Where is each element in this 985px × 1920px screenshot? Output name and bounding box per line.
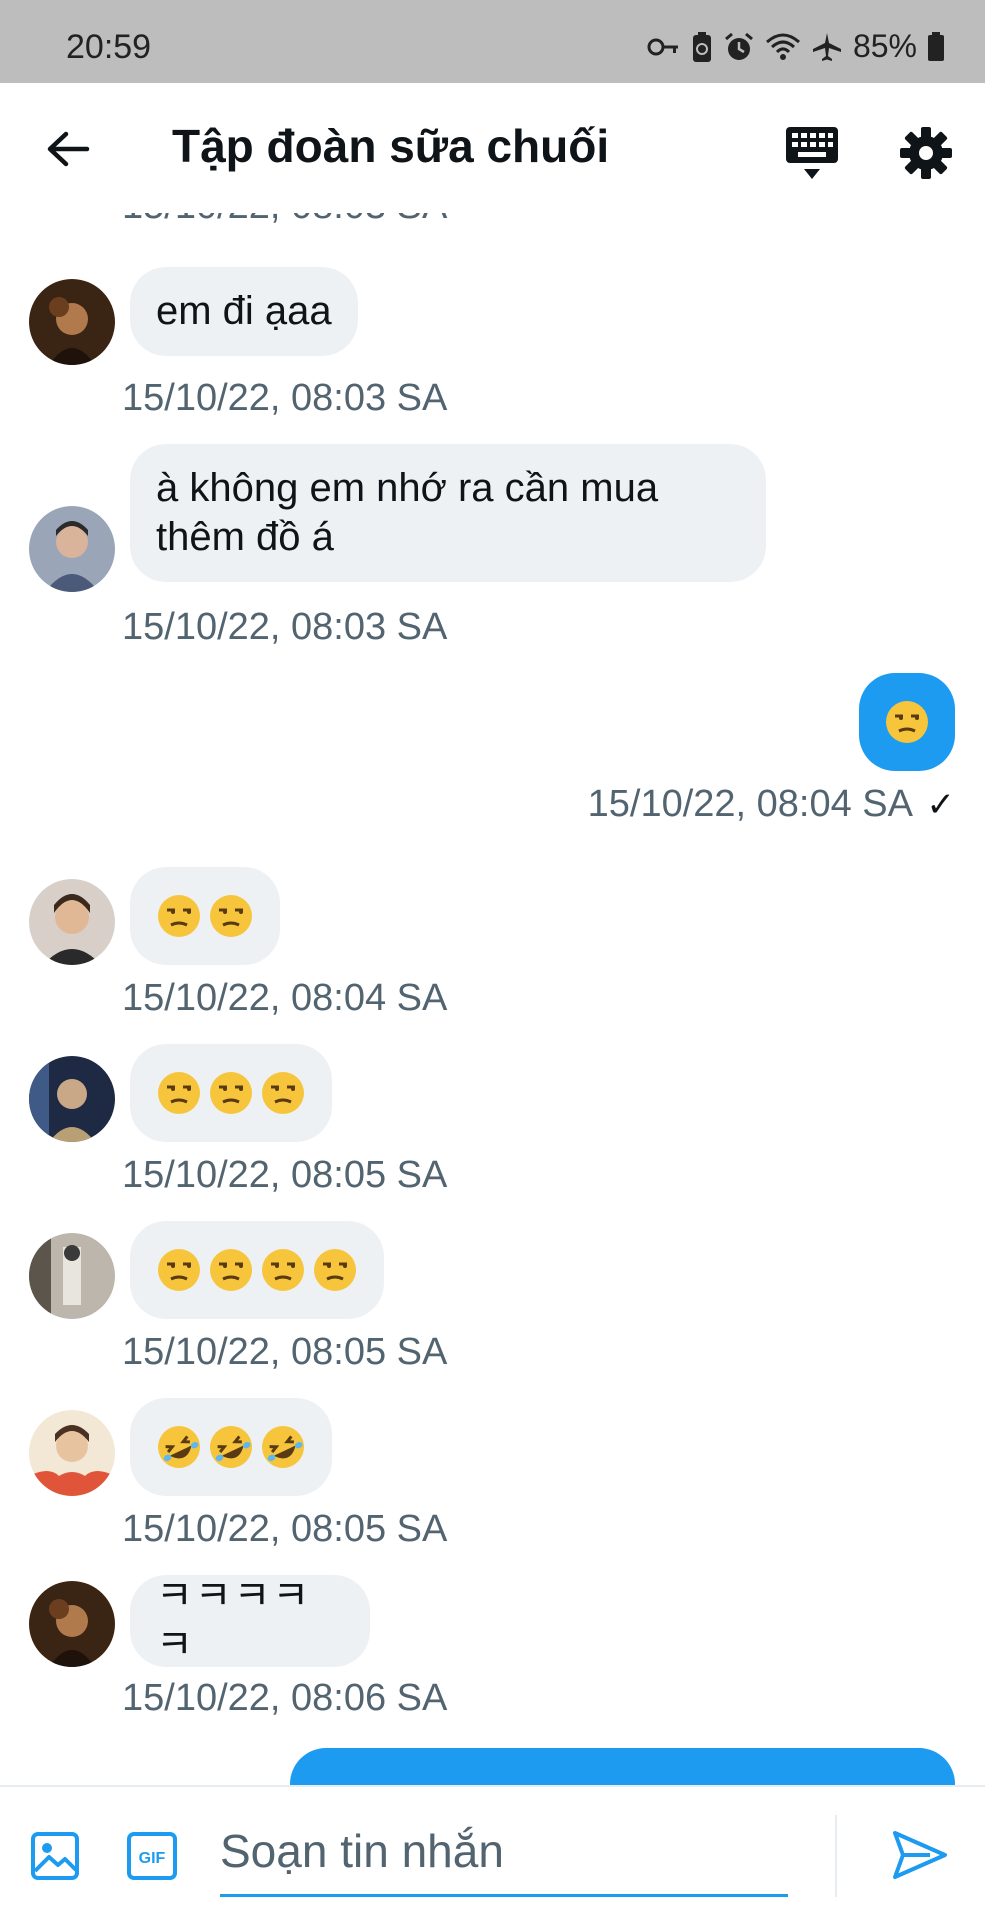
status-icons: 85%: [647, 28, 945, 65]
unamused-face-emoji: [158, 1249, 200, 1291]
add-image-button[interactable]: [30, 1831, 80, 1881]
message-timestamp: 15/10/22, 08:04 SA: [122, 977, 448, 1019]
back-button[interactable]: [38, 119, 98, 179]
composer-divider: [835, 1815, 837, 1897]
message-bubble[interactable]: ㅋㅋㅋㅋㅋ: [130, 1574, 370, 1667]
unamused-face-emoji: [886, 701, 928, 743]
message-timestamp: 15/10/22, 08:05 SA: [122, 1331, 448, 1373]
sent-check-icon: ✓: [926, 786, 956, 824]
message-bubble[interactable]: à không em nhớ ra cần mua thêm đồ á: [130, 444, 766, 582]
gif-icon: GIF: [127, 1832, 177, 1880]
battery-saver-icon: [691, 31, 713, 63]
conversation-header: Tập đoàn sữa chuối: [0, 83, 985, 213]
battery-percent: 85%: [852, 28, 917, 64]
avatar[interactable]: [29, 1581, 115, 1667]
conversation-settings-button[interactable]: [896, 123, 956, 183]
my-message-bubble[interactable]: [859, 673, 955, 771]
unamused-face-emoji: [210, 895, 252, 937]
avatar[interactable]: [29, 1233, 115, 1319]
unamused-face-emoji: [158, 895, 200, 937]
rolling-on-floor-laughing-emoji: [158, 1426, 200, 1468]
unamused-face-emoji: [158, 1072, 200, 1114]
wifi-icon: [765, 32, 801, 62]
rolling-on-floor-laughing-emoji: [262, 1426, 304, 1468]
message-bubble[interactable]: [130, 1044, 332, 1142]
message-input[interactable]: [220, 1807, 788, 1897]
message-timestamp: 15/10/22, 08:04 SA: [587, 783, 913, 825]
battery-icon: [927, 31, 945, 62]
key-icon: [647, 35, 681, 59]
add-gif-button[interactable]: GIF: [126, 1831, 178, 1881]
message-timestamp: 15/10/22, 08:03 SA: [122, 606, 448, 648]
back-arrow-icon: [47, 131, 90, 167]
emoji-row: [156, 1247, 358, 1293]
emoji-row: [156, 1070, 306, 1116]
emoji-row: [156, 1424, 306, 1470]
my-message-bubble-partial[interactable]: [290, 1748, 955, 1785]
airplane-icon: [811, 31, 843, 63]
avatar[interactable]: [29, 506, 115, 592]
message-bubble[interactable]: [130, 867, 280, 965]
status-time: 20:59: [66, 28, 152, 66]
message-bubble[interactable]: em đi ạaa: [130, 267, 358, 356]
alarm-icon: [723, 31, 755, 63]
unamused-face-emoji: [262, 1072, 304, 1114]
image-icon: [31, 1832, 79, 1880]
unamused-face-emoji: [314, 1249, 356, 1291]
settings-gear-icon: [900, 127, 952, 179]
unamused-face-emoji: [210, 1072, 252, 1114]
message-timestamp: 15/10/22, 08:03 SA: [122, 213, 447, 228]
unamused-face-emoji: [210, 1249, 252, 1291]
send-button[interactable]: [890, 1825, 950, 1885]
avatar[interactable]: [29, 1056, 115, 1142]
message-timestamp: 15/10/22, 08:06 SA: [122, 1677, 448, 1719]
avatar[interactable]: [29, 879, 115, 965]
rolling-on-floor-laughing-emoji: [210, 1426, 252, 1468]
avatar[interactable]: [29, 279, 115, 365]
keyboard-shortcuts-button[interactable]: [780, 121, 844, 185]
conversation-title: Tập đoàn sữa chuối: [172, 120, 610, 172]
avatar[interactable]: [29, 1410, 115, 1496]
message-timestamp: 15/10/22, 08:03 SA: [122, 377, 448, 419]
gif-label: GIF: [139, 1850, 166, 1867]
emoji-row: [156, 893, 254, 939]
message-composer: GIF: [0, 1785, 985, 1920]
message-bubble[interactable]: [130, 1221, 384, 1319]
message-list[interactable]: 15/10/22, 08:03 SA em đi ạaa 15/10/22, 0…: [0, 213, 985, 1785]
message-bubble[interactable]: [130, 1398, 332, 1496]
status-bar: 20:59 85%: [0, 0, 985, 83]
unamused-face-emoji: [262, 1249, 304, 1291]
message-timestamp: 15/10/22, 08:05 SA: [122, 1154, 448, 1196]
message-timestamp: 15/10/22, 08:05 SA: [122, 1508, 448, 1550]
send-icon: [893, 1831, 947, 1879]
keyboard-icon: [786, 127, 838, 179]
